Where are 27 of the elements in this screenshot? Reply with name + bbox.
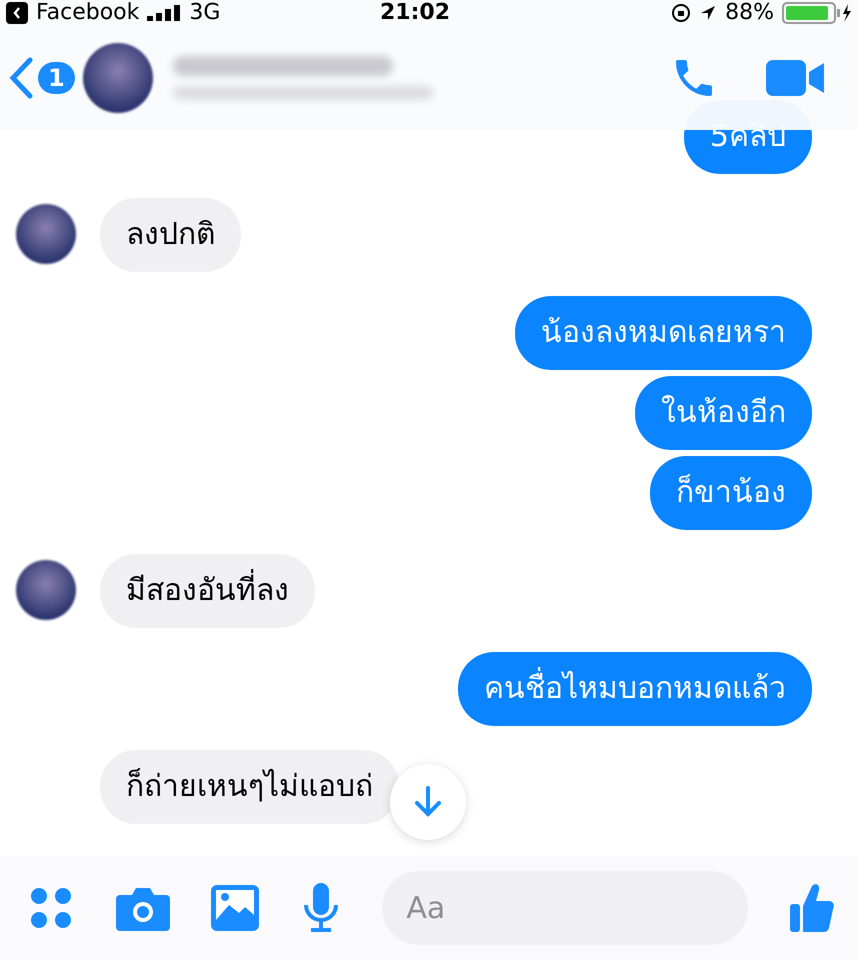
back-app-label[interactable]: Facebook <box>36 0 140 26</box>
location-arrow-icon <box>699 4 718 22</box>
thumbs-up-icon[interactable] <box>790 882 834 934</box>
menu-dots-icon[interactable] <box>28 885 74 931</box>
clock-time: 21:02 <box>380 0 450 26</box>
unread-badge: 1 <box>38 62 75 94</box>
message-bubble: ในห้องอีก <box>635 376 812 450</box>
down-arrow-icon <box>413 785 443 819</box>
network-type: 3G <box>189 0 220 26</box>
avatar[interactable] <box>82 43 153 113</box>
battery-percent: 88% <box>725 0 774 26</box>
message-bubble: ก็ถ่ายเหนๆไม่แอบถ่ <box>100 750 399 824</box>
back-icon[interactable] <box>8 56 34 100</box>
camera-icon[interactable] <box>116 885 170 931</box>
message-bubble: น้องลงหมดเลยหรา <box>515 296 812 370</box>
avatar[interactable] <box>16 560 76 620</box>
image-icon[interactable] <box>211 885 260 931</box>
message-field[interactable]: Aa <box>382 871 748 945</box>
message-bubble: ก็ขาน้อง <box>650 456 812 530</box>
back-app-icon[interactable] <box>6 2 28 24</box>
message-bubble: ลงปกติ <box>100 198 241 272</box>
signal-icon <box>147 5 182 21</box>
rotation-lock-icon <box>671 3 692 23</box>
avatar[interactable] <box>16 204 76 264</box>
message-bubble: มีสองอันที่ลง <box>100 554 315 628</box>
battery-charging-icon <box>782 2 852 24</box>
message-bubble: คนชื่อไหมบอกหมดแล้ว <box>458 652 812 726</box>
